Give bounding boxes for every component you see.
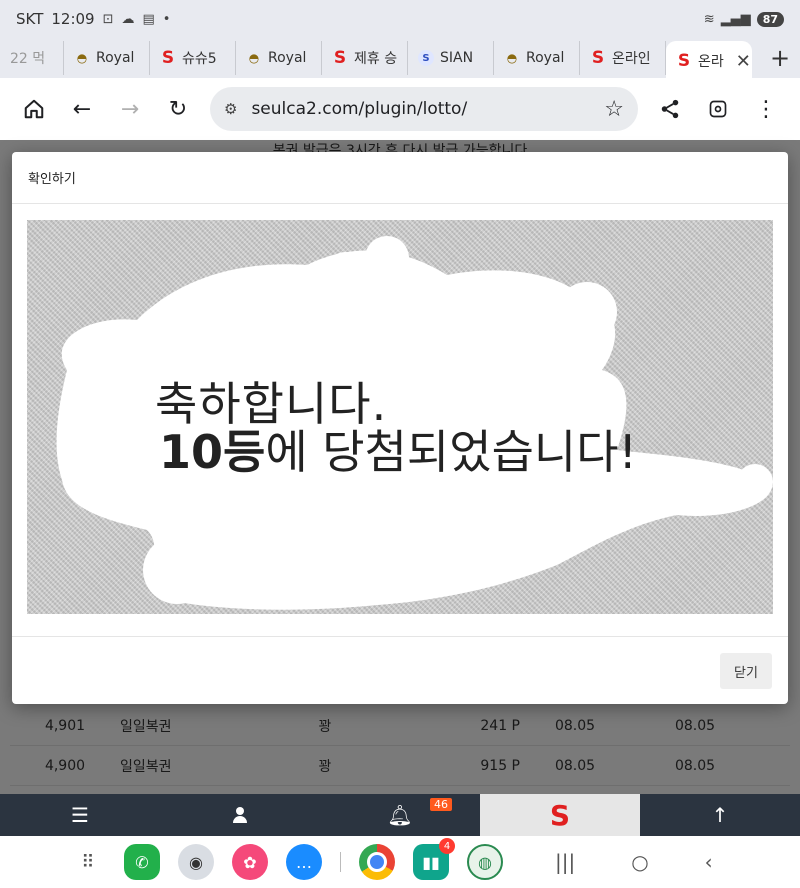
nav-home-logo[interactable]: S [480,794,640,836]
home-circle-icon[interactable]: ○ [631,850,648,874]
s-logo-icon: S [549,798,571,832]
tab-1[interactable]: 22 먹 [0,41,64,75]
share-icon [661,99,679,119]
modal-footer: 닫기 [12,636,788,704]
modal-title: 확인하기 [12,152,788,204]
tab-close-icon[interactable]: ✕ [736,51,751,72]
dock-divider [340,852,341,872]
royal-icon: ◓ [76,51,88,65]
nav-scroll-top-button[interactable]: ↑ [640,794,800,836]
reload-button[interactable]: ↻ [154,87,202,131]
recents-icon[interactable]: ||| [555,850,575,874]
bookmark-star-icon[interactable]: ☆ [604,97,624,122]
calendar-icon: ▤ [142,11,155,27]
close-button[interactable]: 닫기 [720,653,772,689]
tab-strip: 22 먹 ◓ Royal S 슈슈5 ◓ Royal S 제휴 승 S SIAN… [0,38,800,81]
forward-button[interactable]: → [106,87,154,131]
s-logo-icon: S [591,48,605,68]
scratch-card[interactable]: 축하합니다. 10등에 당첨되었습니다! [27,220,773,614]
prize-message-line2: 10등에 당첨되었습니다! [159,416,637,482]
back-button[interactable]: ← [58,87,106,131]
tab-label: Royal [96,50,135,66]
tab-7[interactable]: ◓ Royal [494,41,580,75]
tab-label: 온라 [698,54,724,70]
sian-icon: S [418,50,434,66]
cloud-icon: ☁ [121,11,135,27]
menu-button[interactable]: ⋮ [742,87,790,131]
tab-label: 슈슈5 [182,51,217,67]
status-bar: SKT 12:09 ⊡ ☁ ▤ • ≋ ▂▄▆ 87 [0,0,800,38]
site-settings-icon[interactable]: ⚙ [224,100,237,118]
clock: 12:09 [51,10,95,28]
prize-rank: 10등 [159,425,266,479]
camera-app-icon[interactable]: ◉ [178,844,214,880]
kebab-menu-icon: ⋮ [755,96,777,122]
system-nav: ||| ○ ‹ [555,850,713,874]
tab-switcher-button[interactable] [694,87,742,131]
misc-app-icon[interactable]: ◍ [467,844,503,880]
tab-4[interactable]: ◓ Royal [236,41,322,75]
dot-icon: • [162,11,171,27]
site-bottom-nav: ☰ 🔔︎ 46 S ↑ [0,794,800,836]
tab-label: 22 먹 [10,51,46,67]
messages-app-icon[interactable]: … [286,844,322,880]
app-badge: 4 [439,838,455,854]
tab-label: Royal [268,50,307,66]
wifi-icon: ≋ [703,11,715,27]
arrow-left-icon: ← [72,96,92,122]
home-icon [24,99,44,119]
tab-2[interactable]: ◓ Royal [64,41,150,75]
share-button[interactable] [646,87,694,131]
address-bar[interactable]: ⚙ seulca2.com/plugin/lotto/ ☆ [210,87,638,131]
carrier-label: SKT [16,10,44,28]
nav-profile-button[interactable] [160,794,320,836]
app-drawer-icon[interactable]: ⠿ [70,844,106,880]
notification-badge: 46 [430,798,452,811]
new-tab-button[interactable]: + [760,44,800,72]
tab-3[interactable]: S 슈슈5 [150,41,236,75]
tab-label: SIAN [440,50,474,66]
chrome-app-icon[interactable] [359,844,395,880]
arrow-up-icon: ↑ [711,803,729,827]
s-logo-icon: S [677,51,691,71]
battery-indicator: 87 [756,11,784,27]
hamburger-icon: ☰ [71,803,89,827]
browser-toolbar: ← → ↻ ⚙ seulca2.com/plugin/lotto/ ☆ ⋮ [0,78,800,140]
nav-notifications-button[interactable]: 🔔︎ 46 [320,794,480,836]
tab-active[interactable]: S 온라 ✕ [666,41,752,81]
bell-icon: 🔔︎ [387,803,413,827]
tab-label: Royal [526,50,565,66]
nav-menu-button[interactable]: ☰ [0,794,160,836]
back-chevron-icon[interactable]: ‹ [705,850,713,874]
tab-8[interactable]: S 온라인 [580,41,666,75]
stock-app-icon[interactable]: ▮▮ 4 [413,838,455,880]
screenshot-tool-icon [709,100,727,118]
tab-6[interactable]: S SIAN [408,41,494,75]
gallery-app-icon[interactable]: ✿ [232,844,268,880]
android-taskbar: ⠿ ✆ ◉ ✿ … ▮▮ 4 ◍ ||| ○ ‹ [0,836,800,888]
screenshot-icon: ⊡ [102,11,114,27]
user-icon [233,807,247,823]
royal-icon: ◓ [506,51,518,65]
tab-5[interactable]: S 제휴 승 [322,41,408,75]
home-button[interactable] [10,87,58,131]
signal-icon: ▂▄▆ [720,11,751,27]
s-logo-icon: S [333,48,347,68]
royal-icon: ◓ [248,51,260,65]
confirm-modal: 확인하기 축하합니다. 10등에 당첨되었습니다! 닫기 [12,152,788,704]
url-text[interactable]: seulca2.com/plugin/lotto/ [251,99,604,119]
phone-app-icon[interactable]: ✆ [124,844,160,880]
reload-icon: ↻ [168,96,188,122]
s-logo-icon: S [161,48,175,68]
arrow-right-icon: → [120,96,140,122]
tab-label: 온라인 [612,51,651,67]
tab-label: 제휴 승 [354,51,398,67]
prize-message-rest: 에 당첨되었습니다! [265,425,637,479]
